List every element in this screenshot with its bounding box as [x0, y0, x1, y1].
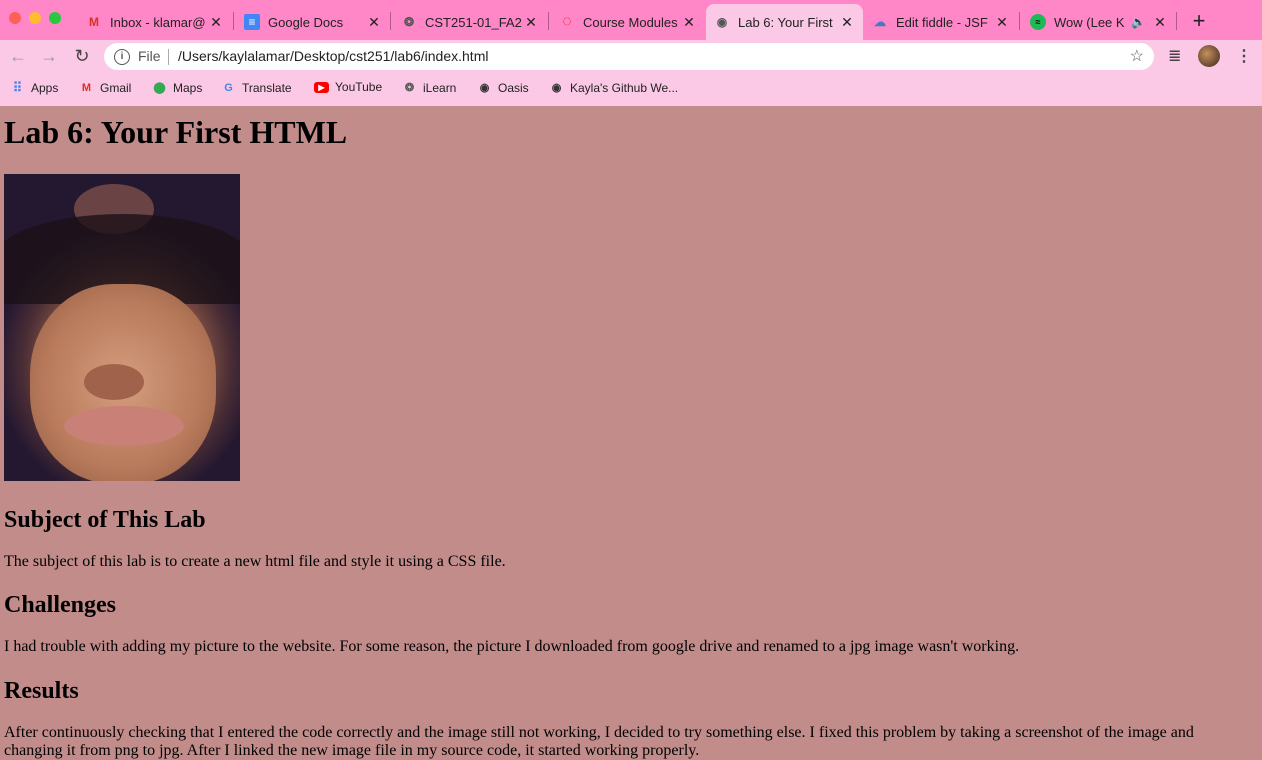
tab-title: Google Docs — [268, 14, 344, 30]
close-tab-icon[interactable]: ✕ — [208, 14, 224, 31]
page-content: Lab 6: Your First HTML Subject of This L… — [0, 106, 1262, 760]
ilearn-icon: ❂ — [403, 15, 415, 29]
jsfiddle-icon: ☁ — [874, 15, 886, 29]
maps-icon: ⬤ — [153, 82, 166, 94]
tab-separator — [233, 12, 234, 30]
avatar[interactable] — [1198, 45, 1220, 67]
tab-lab6[interactable]: ◉ Lab 6: Your First ✕ — [706, 4, 863, 40]
translate-icon: G — [224, 81, 233, 94]
close-tab-icon[interactable]: ✕ — [366, 14, 382, 31]
bookmark-kayla-github[interactable]: ◉ Kayla's Github We... — [549, 80, 678, 95]
info-icon[interactable]: i — [114, 49, 130, 65]
close-tab-icon[interactable]: ✕ — [839, 14, 855, 31]
scheme-label: File — [138, 48, 161, 64]
globe-icon: ◉ — [551, 82, 562, 94]
close-window-button[interactable] — [9, 12, 21, 24]
canvas-icon: ◌ — [562, 13, 572, 30]
tab-gmail[interactable]: M Inbox - klamar@ ✕ — [78, 4, 232, 40]
globe-icon: ◉ — [716, 15, 728, 29]
bookmark-oasis[interactable]: ◉ Oasis — [477, 80, 529, 95]
new-tab-button[interactable]: + — [1189, 8, 1209, 34]
globe-icon: ◉ — [479, 82, 490, 94]
tab-jsfiddle[interactable]: ☁ Edit fiddle - JSF ✕ — [864, 4, 1018, 40]
tab-separator — [1176, 12, 1177, 30]
maximize-window-button[interactable] — [49, 12, 61, 24]
close-tab-icon[interactable]: ✕ — [1152, 14, 1168, 31]
media-queue-icon[interactable]: ≣ — [1168, 46, 1181, 66]
tab-title: Course Modules — [583, 14, 678, 30]
tab-separator — [548, 12, 549, 30]
audio-playing-icon[interactable]: 🔈 — [1131, 15, 1146, 29]
reload-icon[interactable]: ↻ — [72, 46, 92, 66]
bookmark-label: Kayla's Github We... — [570, 80, 679, 95]
gmail-icon: M — [89, 15, 99, 29]
bookmark-gmail[interactable]: M Gmail — [79, 80, 131, 95]
bookmark-label: iLearn — [423, 80, 457, 95]
profile-photo — [4, 174, 240, 481]
tab-title: CST251-01_FA2 — [425, 14, 522, 30]
gmail-icon: M — [81, 81, 92, 94]
tab-separator — [390, 12, 391, 30]
tab-course-modules[interactable]: ◌ Course Modules ✕ — [551, 4, 705, 40]
tab-title: Wow (Lee K — [1054, 14, 1125, 30]
bookmark-label: Gmail — [100, 80, 132, 95]
tab-ilearn[interactable]: ❂ CST251-01_FA2 ✕ — [393, 4, 547, 40]
youtube-icon: ▶ — [314, 81, 329, 93]
url-text[interactable]: /Users/kaylalamar/Desktop/cst251/lab6/in… — [178, 48, 488, 64]
page-title: Lab 6: Your First HTML — [4, 114, 348, 150]
bookmark-label: Apps — [31, 80, 59, 95]
bookmark-star-icon[interactable]: ☆ — [1130, 46, 1144, 66]
ilearn-icon: ❂ — [404, 82, 415, 94]
bookmark-apps[interactable]: ⠿ Apps — [10, 79, 59, 95]
tab-google-docs[interactable]: ≡ Google Docs ✕ — [236, 4, 390, 40]
section-body-results: After continuously checking that I enter… — [4, 724, 1194, 759]
apps-grid-icon: ⠿ — [12, 79, 23, 95]
close-tab-icon[interactable]: ✕ — [994, 14, 1010, 31]
address-bar[interactable]: i File /Users/kaylalamar/Desktop/cst251/… — [104, 43, 1154, 70]
tab-strip: M Inbox - klamar@ ✕ ≡ Google Docs ✕ ❂ CS… — [0, 0, 1262, 40]
close-tab-icon[interactable]: ✕ — [523, 14, 539, 31]
bookmark-label: Oasis — [498, 80, 529, 95]
bookmark-label: Maps — [173, 80, 203, 95]
tab-title: Edit fiddle - JSF — [896, 14, 988, 30]
spotify-icon: ≈ — [1030, 14, 1046, 30]
bookmark-youtube[interactable]: ▶ YouTube — [314, 80, 382, 94]
bookmark-label: Translate — [242, 80, 292, 95]
bookmark-translate[interactable]: G Translate — [221, 80, 292, 95]
tab-spotify[interactable]: ≈ Wow (Lee K 🔈 ✕ — [1022, 4, 1176, 40]
bookmark-label: YouTube — [335, 80, 383, 94]
bookmark-maps[interactable]: ⬤ Maps — [152, 80, 202, 95]
tab-title: Lab 6: Your First — [738, 14, 833, 30]
close-tab-icon[interactable]: ✕ — [681, 14, 697, 31]
tab-separator — [1019, 12, 1020, 30]
forward-icon[interactable]: → — [39, 46, 59, 66]
section-body-challenges: I had trouble with adding my picture to … — [4, 638, 1020, 655]
section-heading-challenges: Challenges — [4, 592, 117, 618]
section-heading-subject: Subject of This Lab — [4, 507, 206, 533]
section-heading-results: Results — [4, 678, 79, 704]
google-docs-icon: ≡ — [244, 14, 260, 30]
toolbar: ← → ↻ i File /Users/kaylalamar/Desktop/c… — [0, 40, 1262, 73]
bookmarks-bar: ⠿ Apps M Gmail ⬤ Maps G Translate ▶ YouT… — [0, 73, 1262, 106]
bookmark-ilearn[interactable]: ❂ iLearn — [402, 80, 456, 95]
minimize-window-button[interactable] — [29, 12, 41, 24]
menu-kebab-icon[interactable]: ⋮ — [1236, 46, 1252, 66]
section-body-subject: The subject of this lab is to create a n… — [4, 553, 506, 570]
omnibox-separator — [168, 49, 169, 65]
back-icon[interactable]: ← — [8, 46, 28, 66]
tab-title: Inbox - klamar@ — [110, 14, 206, 30]
